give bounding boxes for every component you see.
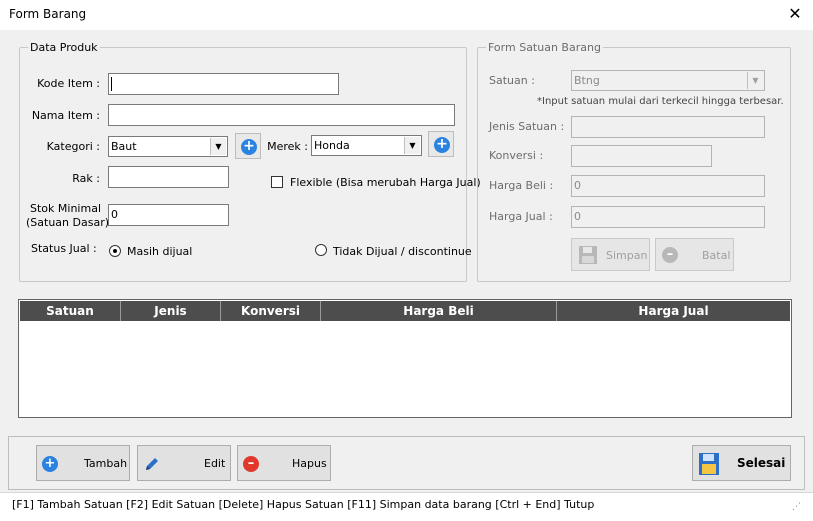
jenis-satuan-input[interactable] <box>571 116 765 138</box>
jenis-satuan-label: Jenis Satuan : <box>489 120 565 133</box>
batal-satuan-button[interactable]: – Batal <box>655 238 734 271</box>
selesai-button[interactable]: Selesai <box>692 445 791 481</box>
chevron-down-icon[interactable]: ▼ <box>747 72 763 89</box>
simpan-label: Simpan <box>606 249 648 262</box>
rak-input[interactable] <box>108 166 229 188</box>
kode-item-label: Kode Item : <box>37 77 100 90</box>
text-cursor <box>111 77 112 91</box>
minus-circle-icon: – <box>662 247 678 263</box>
column-header-harga-jual[interactable]: Harga Jual <box>557 301 790 321</box>
konversi-input[interactable] <box>571 145 712 167</box>
tidak-dijual-radio[interactable] <box>315 244 327 256</box>
satuan-label: Satuan : <box>489 74 535 87</box>
column-header-jenis[interactable]: Jenis <box>121 301 221 321</box>
edit-button[interactable]: Edit <box>137 445 231 481</box>
minus-circle-icon: – <box>243 456 259 472</box>
kategori-select[interactable]: Baut ▼ <box>108 136 228 157</box>
chevron-down-icon[interactable]: ▼ <box>404 137 420 154</box>
close-icon[interactable]: ✕ <box>783 3 807 25</box>
satuan-select[interactable]: Btng ▼ <box>571 70 765 91</box>
harga-jual-label: Harga Jual : <box>489 210 553 223</box>
tambah-label: Tambah <box>84 457 128 470</box>
kategori-value: Baut <box>111 140 137 153</box>
save-document-icon <box>699 453 719 475</box>
form-barang-window: Form Barang ✕ Data Produk Kode Item : Na… <box>0 0 813 521</box>
add-merek-button[interactable]: + <box>428 131 454 157</box>
pencil-icon <box>146 458 158 470</box>
tidak-dijual-label: Tidak Dijual / discontinue <box>333 245 472 258</box>
data-produk-legend: Data Produk <box>28 41 100 54</box>
merek-value: Honda <box>314 139 350 152</box>
masih-dijual-radio[interactable] <box>109 245 121 257</box>
harga-beli-input[interactable]: 0 <box>571 175 765 197</box>
tambah-button[interactable]: + Tambah <box>36 445 130 481</box>
plus-circle-icon: + <box>241 139 257 155</box>
add-kategori-button[interactable]: + <box>235 133 261 159</box>
flexible-checkbox[interactable] <box>271 176 283 188</box>
merek-label: Merek : <box>267 140 308 153</box>
plus-circle-icon: + <box>42 456 58 472</box>
plus-circle-icon: + <box>434 137 450 153</box>
hapus-button[interactable]: – Hapus <box>237 445 331 481</box>
harga-beli-label: Harga Beli : <box>489 179 554 192</box>
merek-select[interactable]: Honda ▼ <box>311 135 422 156</box>
stok-minimal-input[interactable]: 0 <box>108 204 229 226</box>
selesai-label: Selesai <box>737 456 786 470</box>
resize-grip-icon[interactable]: ⋰ <box>792 502 801 512</box>
kode-item-input[interactable] <box>108 73 339 95</box>
nama-item-label: Nama Item : <box>31 109 100 122</box>
satuan-value: Btng <box>574 74 600 87</box>
satuan-note: *Input satuan mulai dari terkecil hingga… <box>537 96 784 107</box>
flexible-label: Flexible (Bisa merubah Harga Jual) <box>290 176 481 189</box>
nama-item-input[interactable] <box>108 104 455 126</box>
form-satuan-legend: Form Satuan Barang <box>486 41 603 54</box>
simpan-satuan-button[interactable]: Simpan <box>571 238 650 271</box>
chevron-down-icon[interactable]: ▼ <box>210 138 226 155</box>
konversi-label: Konversi : <box>489 149 544 162</box>
column-header-satuan[interactable]: Satuan <box>20 301 121 321</box>
edit-label: Edit <box>204 457 226 470</box>
shortcut-hints: [F1] Tambah Satuan [F2] Edit Satuan [Del… <box>12 498 595 511</box>
hapus-label: Hapus <box>292 457 327 470</box>
stok-minimal-label: Stok Minimal <box>30 202 101 215</box>
title-bar: Form Barang ✕ <box>0 0 813 30</box>
floppy-disk-icon <box>579 246 597 264</box>
status-jual-label: Status Jual : <box>31 242 97 255</box>
kategori-label: Kategori : <box>46 140 100 153</box>
batal-label: Batal <box>702 249 731 262</box>
column-header-harga-beli[interactable]: Harga Beli <box>321 301 557 321</box>
status-bar: [F1] Tambah Satuan [F2] Edit Satuan [Del… <box>0 492 813 521</box>
stok-minimal-sublabel: (Satuan Dasar) <box>26 216 110 229</box>
column-header-konversi[interactable]: Konversi <box>221 301 321 321</box>
satuan-table[interactable]: Satuan Jenis Konversi Harga Beli Harga J… <box>18 299 792 418</box>
masih-dijual-label: Masih dijual <box>127 245 193 258</box>
harga-jual-input[interactable]: 0 <box>571 206 765 228</box>
window-title: Form Barang <box>9 7 87 21</box>
rak-label: Rak : <box>72 172 100 185</box>
table-header: Satuan Jenis Konversi Harga Beli Harga J… <box>20 301 790 321</box>
